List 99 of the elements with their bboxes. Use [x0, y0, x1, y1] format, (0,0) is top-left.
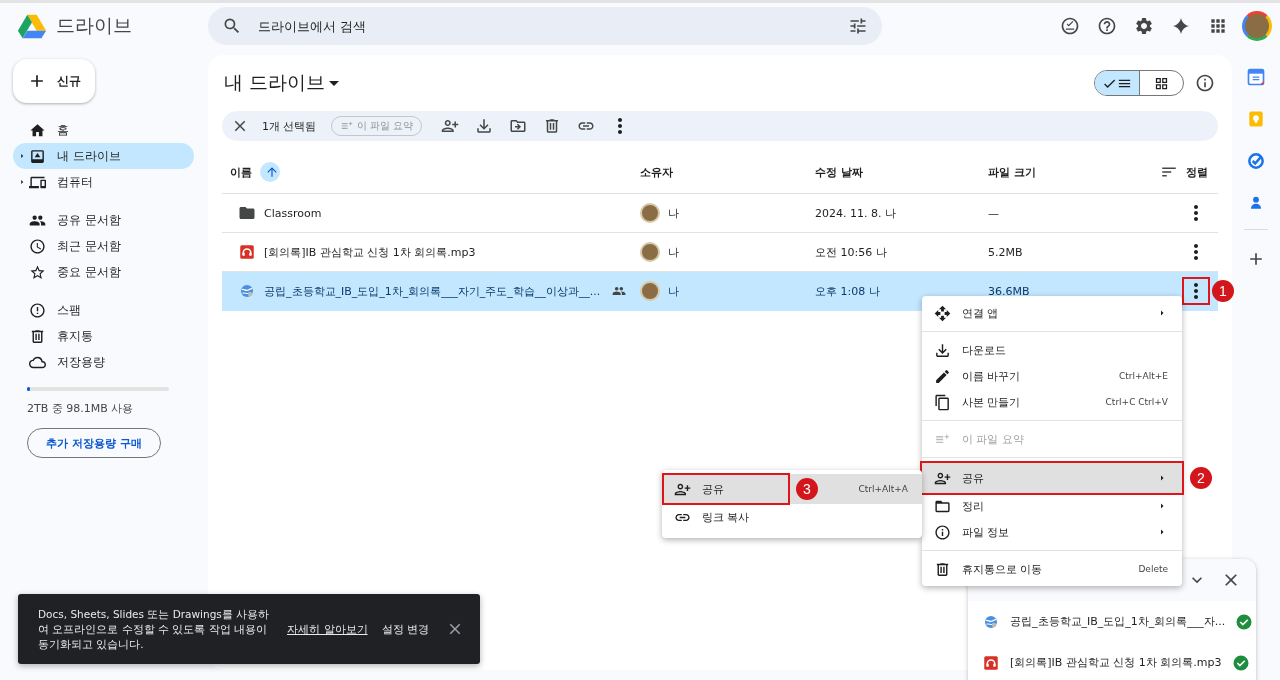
- info-icon: [1195, 73, 1215, 93]
- sparkle-icon: [1171, 16, 1191, 36]
- list-view-button[interactable]: [1095, 71, 1139, 95]
- menu-item[interactable]: 휴지통으로 이동 Delete: [922, 556, 1182, 582]
- home-icon: [29, 121, 46, 139]
- sidebar-item[interactable]: 공유 문서함: [13, 207, 194, 233]
- menu-item[interactable]: 사본 만들기 Ctrl+C Ctrl+V: [922, 389, 1182, 415]
- new-button[interactable]: 신규: [13, 59, 95, 103]
- folder-icon: [238, 204, 256, 222]
- folder-arrow-icon: [508, 117, 527, 135]
- download-icon: [474, 117, 493, 135]
- move-icon: [934, 304, 951, 322]
- file-name: Classroom: [264, 206, 322, 220]
- file-size: 36.6MB: [988, 284, 1031, 298]
- storage-usage-text: 2TB 중 98.1MB 사용: [27, 401, 135, 416]
- step-badge: 1: [1212, 280, 1234, 302]
- sidebar-item[interactable]: 내 드라이브: [13, 143, 194, 169]
- search-field[interactable]: 드라이브에서 검색: [208, 7, 882, 45]
- file-row[interactable]: Classroom 나 2024. 11. 8. 나 —: [222, 194, 1218, 233]
- file-size: 5.2MB: [988, 245, 1024, 259]
- owner-name: 나: [668, 244, 679, 260]
- menu-item[interactable]: 정리: [922, 493, 1182, 519]
- shortcut-text: Ctrl+Alt+E: [1119, 371, 1168, 381]
- offline-status-icon: [1060, 16, 1080, 36]
- learn-more-link[interactable]: 자세히 알아보기: [287, 621, 368, 637]
- shortcut-text: Delete: [1138, 564, 1168, 574]
- share-icon: [440, 117, 459, 135]
- info-icon: [934, 523, 951, 541]
- arrow-up-icon: [265, 165, 279, 179]
- globe-icon: [238, 282, 256, 300]
- sidebar-item[interactable]: 컴퓨터: [13, 169, 194, 195]
- more-vert-icon: [617, 118, 622, 134]
- column-header[interactable]: 소유자: [640, 164, 673, 180]
- upload-file-name: [회의록]IB 관심학교 신청 1차 회의록.mp3: [1010, 655, 1222, 670]
- menu-item[interactable]: 공유 3 Ctrl+Alt+A: [662, 474, 922, 504]
- modified-date: 오전 10:56 나: [815, 244, 888, 260]
- copy-icon: [934, 393, 951, 411]
- star-icon: [29, 263, 46, 281]
- spam-icon: [29, 301, 46, 319]
- clock-icon: [29, 237, 46, 255]
- owner-name: 나: [668, 283, 679, 299]
- trash-icon: [934, 560, 951, 578]
- menu-item[interactable]: 다운로드: [922, 337, 1182, 363]
- owner-avatar: [640, 281, 660, 301]
- menu-item[interactable]: 이름 바꾸기 Ctrl+Alt+E: [922, 363, 1182, 389]
- caret-icon: [329, 80, 340, 86]
- task-icon: [1246, 151, 1266, 171]
- search-input[interactable]: 드라이브에서 검색: [256, 17, 834, 35]
- menu-item[interactable]: 링크 복사: [662, 504, 922, 530]
- help-icon: [1097, 16, 1117, 36]
- grid-icon: [1154, 75, 1169, 91]
- column-header[interactable]: 파일 크기: [988, 164, 1036, 180]
- file-name: [회의록]IB 관심학교 신청 1차 회의록.mp3: [264, 244, 476, 260]
- trash-icon: [29, 327, 46, 345]
- filter-icon[interactable]: [848, 16, 868, 36]
- more-vert-icon: [1194, 244, 1198, 260]
- sidebar-item[interactable]: 최근 문서함: [13, 233, 194, 259]
- page-title[interactable]: 내 드라이브: [222, 70, 340, 96]
- column-header[interactable]: 수정 날짜: [815, 164, 863, 180]
- snackbar-message: Docs, Sheets, Slides 또는 Drawings를 사용하여 오프라인으로 수정할 수 있도록 작업 내용이 동기화되고 있습니다.: [38, 606, 271, 652]
- account-avatar[interactable]: [1242, 11, 1272, 41]
- shortcut-text: Ctrl+Alt+A: [858, 484, 908, 494]
- app-name: 드라이브: [56, 13, 132, 38]
- shortcut-text: Ctrl+C Ctrl+V: [1105, 397, 1168, 407]
- settings-icon: [1134, 16, 1154, 36]
- pencil-icon: [934, 367, 951, 385]
- shared-icon: [612, 284, 627, 298]
- sort-arrow-button[interactable]: [260, 162, 280, 182]
- search-icon: [222, 16, 242, 36]
- step-badge: 3: [796, 478, 818, 500]
- menu-item[interactable]: 파일 정보: [922, 519, 1182, 545]
- apps-icon: [1208, 16, 1228, 36]
- sidebar-item[interactable]: 휴지통: [13, 323, 194, 349]
- sidebar-item[interactable]: 저장용량: [13, 349, 194, 375]
- more-vert-icon: [1194, 283, 1198, 299]
- owner-name: 나: [668, 205, 679, 221]
- drive-icon: [29, 147, 46, 165]
- owner-avatar: [640, 203, 660, 223]
- audio-file-icon: [238, 243, 256, 261]
- file-name: 공립_초등학교_IB_도입_1차_회의록___자기_주도_학습__이상과__...: [264, 283, 601, 299]
- download-icon: [934, 341, 951, 359]
- calendar-icon: [1246, 67, 1266, 87]
- modified-date: 오후 1:08 나: [815, 283, 881, 299]
- more-vert-icon: [1194, 205, 1198, 221]
- selection-count: 1개 선택됨: [262, 118, 317, 134]
- sort-button[interactable]: 정렬: [1160, 163, 1208, 181]
- upload-file-name: 공립_초등학교_IB_도입_1차_회의록___자...: [1010, 614, 1226, 629]
- audio-file-icon: [982, 653, 1000, 672]
- menu-item-label: 링크 복사: [702, 509, 750, 525]
- note-icon: [1246, 109, 1266, 129]
- sidebar-item[interactable]: 중요 문서함: [13, 259, 194, 285]
- sidebar-item[interactable]: 홈: [13, 117, 194, 143]
- file-size: —: [988, 206, 1000, 220]
- owner-avatar: [640, 242, 660, 262]
- sidebar-item[interactable]: 스팸: [13, 297, 194, 323]
- column-header[interactable]: 이름: [230, 164, 252, 180]
- modified-date: 2024. 11. 8. 나: [815, 205, 897, 221]
- menu-item-label: 공유: [702, 481, 724, 497]
- settings-change-button[interactable]: 설정 변경: [381, 621, 430, 637]
